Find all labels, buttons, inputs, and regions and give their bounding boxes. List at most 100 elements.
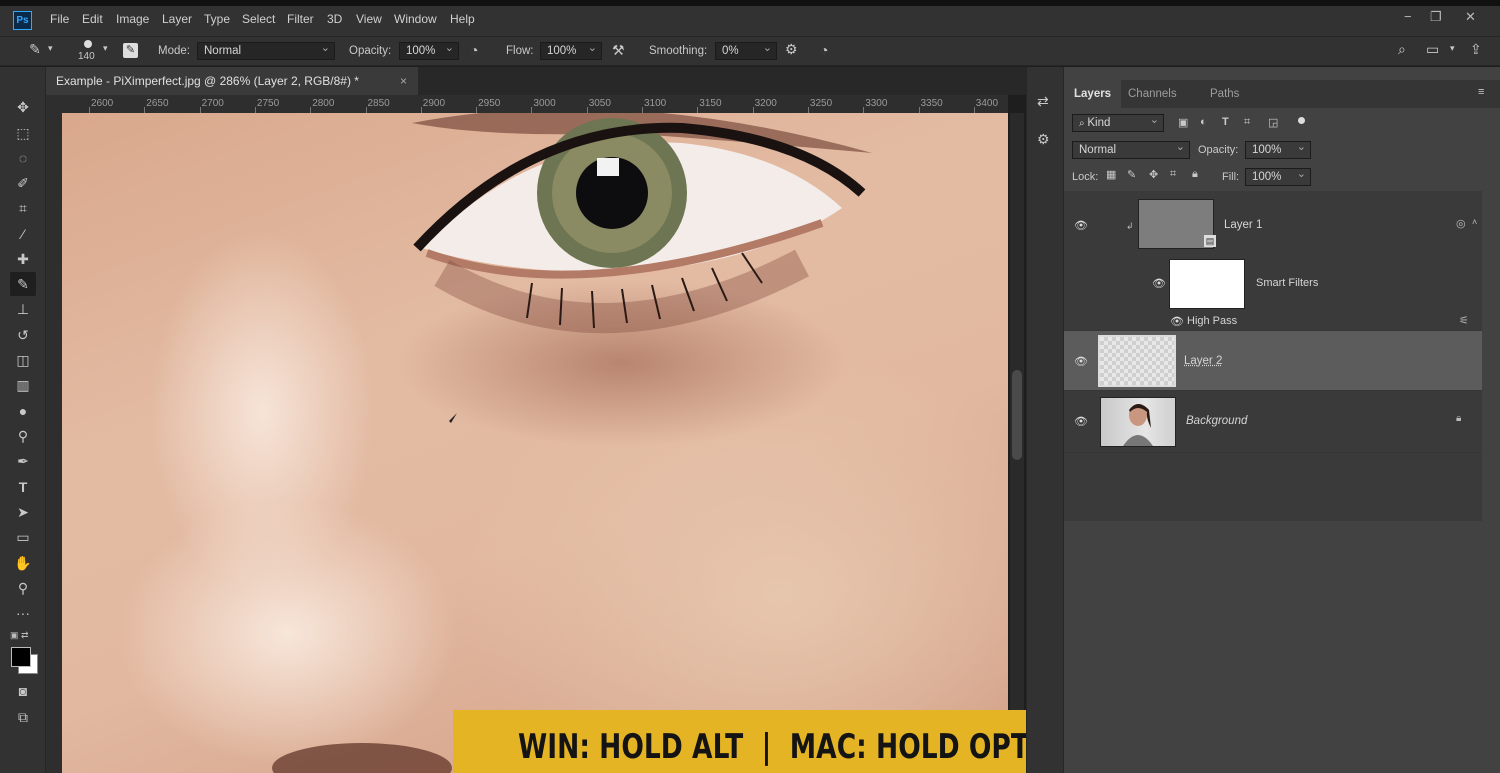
smoothing-field[interactable]: 0% (715, 40, 777, 60)
ruler-label: 3150 (699, 98, 722, 109)
brush-size-value: 140 (78, 51, 95, 62)
restore-button[interactable]: ❐ (1430, 9, 1442, 25)
tab-layers[interactable]: Layers (1064, 80, 1122, 108)
quick-mask-icon[interactable]: ◙ (10, 679, 36, 703)
quick-select-tool-icon[interactable]: ✐ (10, 171, 36, 195)
chevron-down-icon[interactable]: ▾ (103, 43, 108, 54)
document-tab[interactable]: Example - PiXimperfect.jpg @ 286% (Layer… (46, 67, 418, 95)
eyedropper-tool-icon[interactable]: ⁄ (10, 222, 36, 246)
menu-select[interactable]: Select (242, 12, 275, 26)
menu-layer[interactable]: Layer (162, 12, 192, 26)
healing-brush-tool-icon[interactable]: ✚ (10, 247, 36, 271)
menu-image[interactable]: Image (116, 12, 149, 26)
clone-stamp-tool-icon[interactable]: ⊥ (10, 297, 36, 321)
fill-field[interactable]: 100% (1245, 166, 1311, 186)
gear-icon[interactable]: ⚙ (785, 41, 798, 58)
marquee-tool-icon[interactable]: ⬚ (10, 121, 36, 145)
share-icon[interactable]: ⇪ (1470, 41, 1482, 58)
brush-tool-icon[interactable]: ✎ (26, 41, 44, 58)
properties-icon[interactable]: ⚙ (1037, 131, 1050, 148)
menu-filter[interactable]: Filter (287, 12, 314, 26)
chevron-down-icon[interactable]: ▾ (1450, 43, 1455, 54)
menu-help[interactable]: Help (450, 12, 475, 26)
dodge-tool-icon[interactable]: ⚲ (10, 424, 36, 448)
minimize-button[interactable]: − (1404, 9, 1412, 24)
ruler-label: 2700 (201, 98, 224, 109)
tab-channels[interactable]: Channels (1118, 80, 1187, 108)
screen-mode-icon[interactable]: ⧉ (10, 705, 36, 729)
layer-row-background[interactable]: 👁︎ Background 🔒︎ (1064, 391, 1482, 453)
menu-window[interactable]: Window (394, 12, 437, 26)
foreground-color-swatch[interactable] (11, 647, 31, 667)
layer-row-layer2[interactable]: 👁︎ Layer 2 (1064, 331, 1482, 391)
lock-pixels-icon[interactable]: ✎ (1127, 168, 1136, 181)
filter-toggle-icon[interactable] (1298, 117, 1305, 124)
filter-adjustment-icon[interactable]: ◐ (1200, 116, 1207, 128)
lock-all-icon[interactable]: 🔒︎ (1192, 168, 1198, 181)
filter-pixel-icon[interactable]: ▣ (1178, 116, 1188, 129)
ruler-label: 3400 (975, 98, 999, 109)
gradient-tool-icon[interactable]: ▥ (10, 373, 36, 397)
pressure-size-icon[interactable]: ◔ (820, 42, 828, 58)
menu-edit[interactable]: Edit (82, 12, 103, 26)
chevron-down-icon[interactable]: ▾ (48, 43, 53, 54)
layer-row-layer1[interactable]: 👁︎ ↲ ▤ Layer 1 ◎ ˄ 👁︎ Smart Filters 👁︎ H… (1064, 191, 1482, 331)
blend-mode-select[interactable]: Normal (1072, 139, 1190, 159)
crop-tool-icon[interactable]: ⌗ (10, 196, 36, 220)
visibility-eye-icon[interactable]: 👁︎ (1074, 415, 1088, 428)
move-tool-icon[interactable]: ✥ (10, 95, 36, 119)
rectangle-tool-icon[interactable]: ▭ (10, 525, 36, 549)
document-canvas[interactable] (62, 113, 1008, 773)
panel-menu-icon[interactable]: ≡ (1478, 86, 1484, 98)
visibility-eye-icon[interactable]: 👁︎ (1074, 355, 1088, 368)
lock-position-icon[interactable]: ✥ (1149, 168, 1158, 181)
filter-smartobject-icon[interactable]: ◲ (1268, 116, 1278, 129)
lock-transparency-icon[interactable]: ▦ (1106, 168, 1116, 181)
adjustments-icon[interactable]: ⇄ (1037, 93, 1049, 110)
search-icon[interactable]: ⌕ (1398, 41, 1406, 58)
visibility-eye-icon[interactable]: 👁︎ (1074, 219, 1088, 232)
lock-icon: 🔒︎ (1456, 413, 1462, 424)
pen-tool-icon[interactable]: ✒ (10, 449, 36, 473)
scrollbar-thumb[interactable] (1012, 370, 1022, 460)
menu-view[interactable]: View (356, 12, 382, 26)
options-bar: ✎ ▾ 140 ▾ ✎ Mode: Normal Opacity: 100% ◔… (0, 36, 1500, 66)
opacity-field[interactable]: 100% (399, 40, 459, 60)
brush-settings-icon[interactable]: ✎ (123, 43, 138, 58)
filter-blending-options-icon[interactable]: ⚟ (1459, 314, 1469, 327)
layer-opacity-field[interactable]: 100% (1245, 139, 1311, 159)
menu-3d[interactable]: 3D (327, 12, 342, 26)
layers-panel: Layers Channels Paths ≡ ⌕ Kind ▣ ◐ T ⌗ ◲… (1064, 67, 1500, 773)
history-brush-tool-icon[interactable]: ↺ (10, 323, 36, 347)
blur-tool-icon[interactable]: ● (10, 399, 36, 423)
visibility-eye-icon[interactable]: 👁︎ (1170, 315, 1184, 328)
brush-tool-icon[interactable]: ✎ (10, 272, 36, 296)
brush-preview-icon[interactable] (84, 40, 92, 48)
airbrush-icon[interactable]: ⚒ (612, 42, 625, 59)
zoom-tool-icon[interactable]: ⚲ (10, 576, 36, 600)
pressure-opacity-icon[interactable]: ◔ (470, 42, 478, 58)
workspace-icon[interactable]: ▭ (1426, 41, 1439, 58)
filter-shape-icon[interactable]: ⌗ (1244, 116, 1250, 129)
collapse-arrow-icon[interactable]: ˄ (1472, 217, 1477, 227)
vertical-ruler (46, 95, 62, 773)
hand-tool-icon[interactable]: ✋ (10, 551, 36, 575)
lock-artboard-icon[interactable]: ⌗ (1170, 168, 1176, 181)
filter-type-icon[interactable]: T (1222, 116, 1229, 128)
document-tab-title: Example - PiXimperfect.jpg @ 286% (Layer… (56, 74, 359, 88)
close-window-button[interactable]: ✕ (1465, 9, 1476, 25)
filter-kind-select[interactable]: ⌕ Kind (1072, 112, 1164, 132)
lasso-tool-icon[interactable]: ◌ (10, 146, 36, 170)
menu-file[interactable]: File (50, 12, 69, 26)
visibility-eye-icon[interactable]: 👁︎ (1152, 277, 1166, 290)
tab-paths[interactable]: Paths (1200, 80, 1249, 108)
default-colors-icon[interactable]: ▣ ⇄ (10, 630, 29, 641)
eraser-tool-icon[interactable]: ◫ (10, 348, 36, 372)
path-select-tool-icon[interactable]: ➤ (10, 500, 36, 524)
mode-select[interactable]: Normal (197, 40, 335, 60)
close-tab-icon[interactable]: × (400, 67, 407, 95)
type-tool-icon[interactable]: T (10, 475, 36, 499)
flow-field[interactable]: 100% (540, 40, 602, 60)
menu-type[interactable]: Type (204, 12, 230, 26)
more-tools-icon[interactable]: ··· (10, 601, 36, 625)
